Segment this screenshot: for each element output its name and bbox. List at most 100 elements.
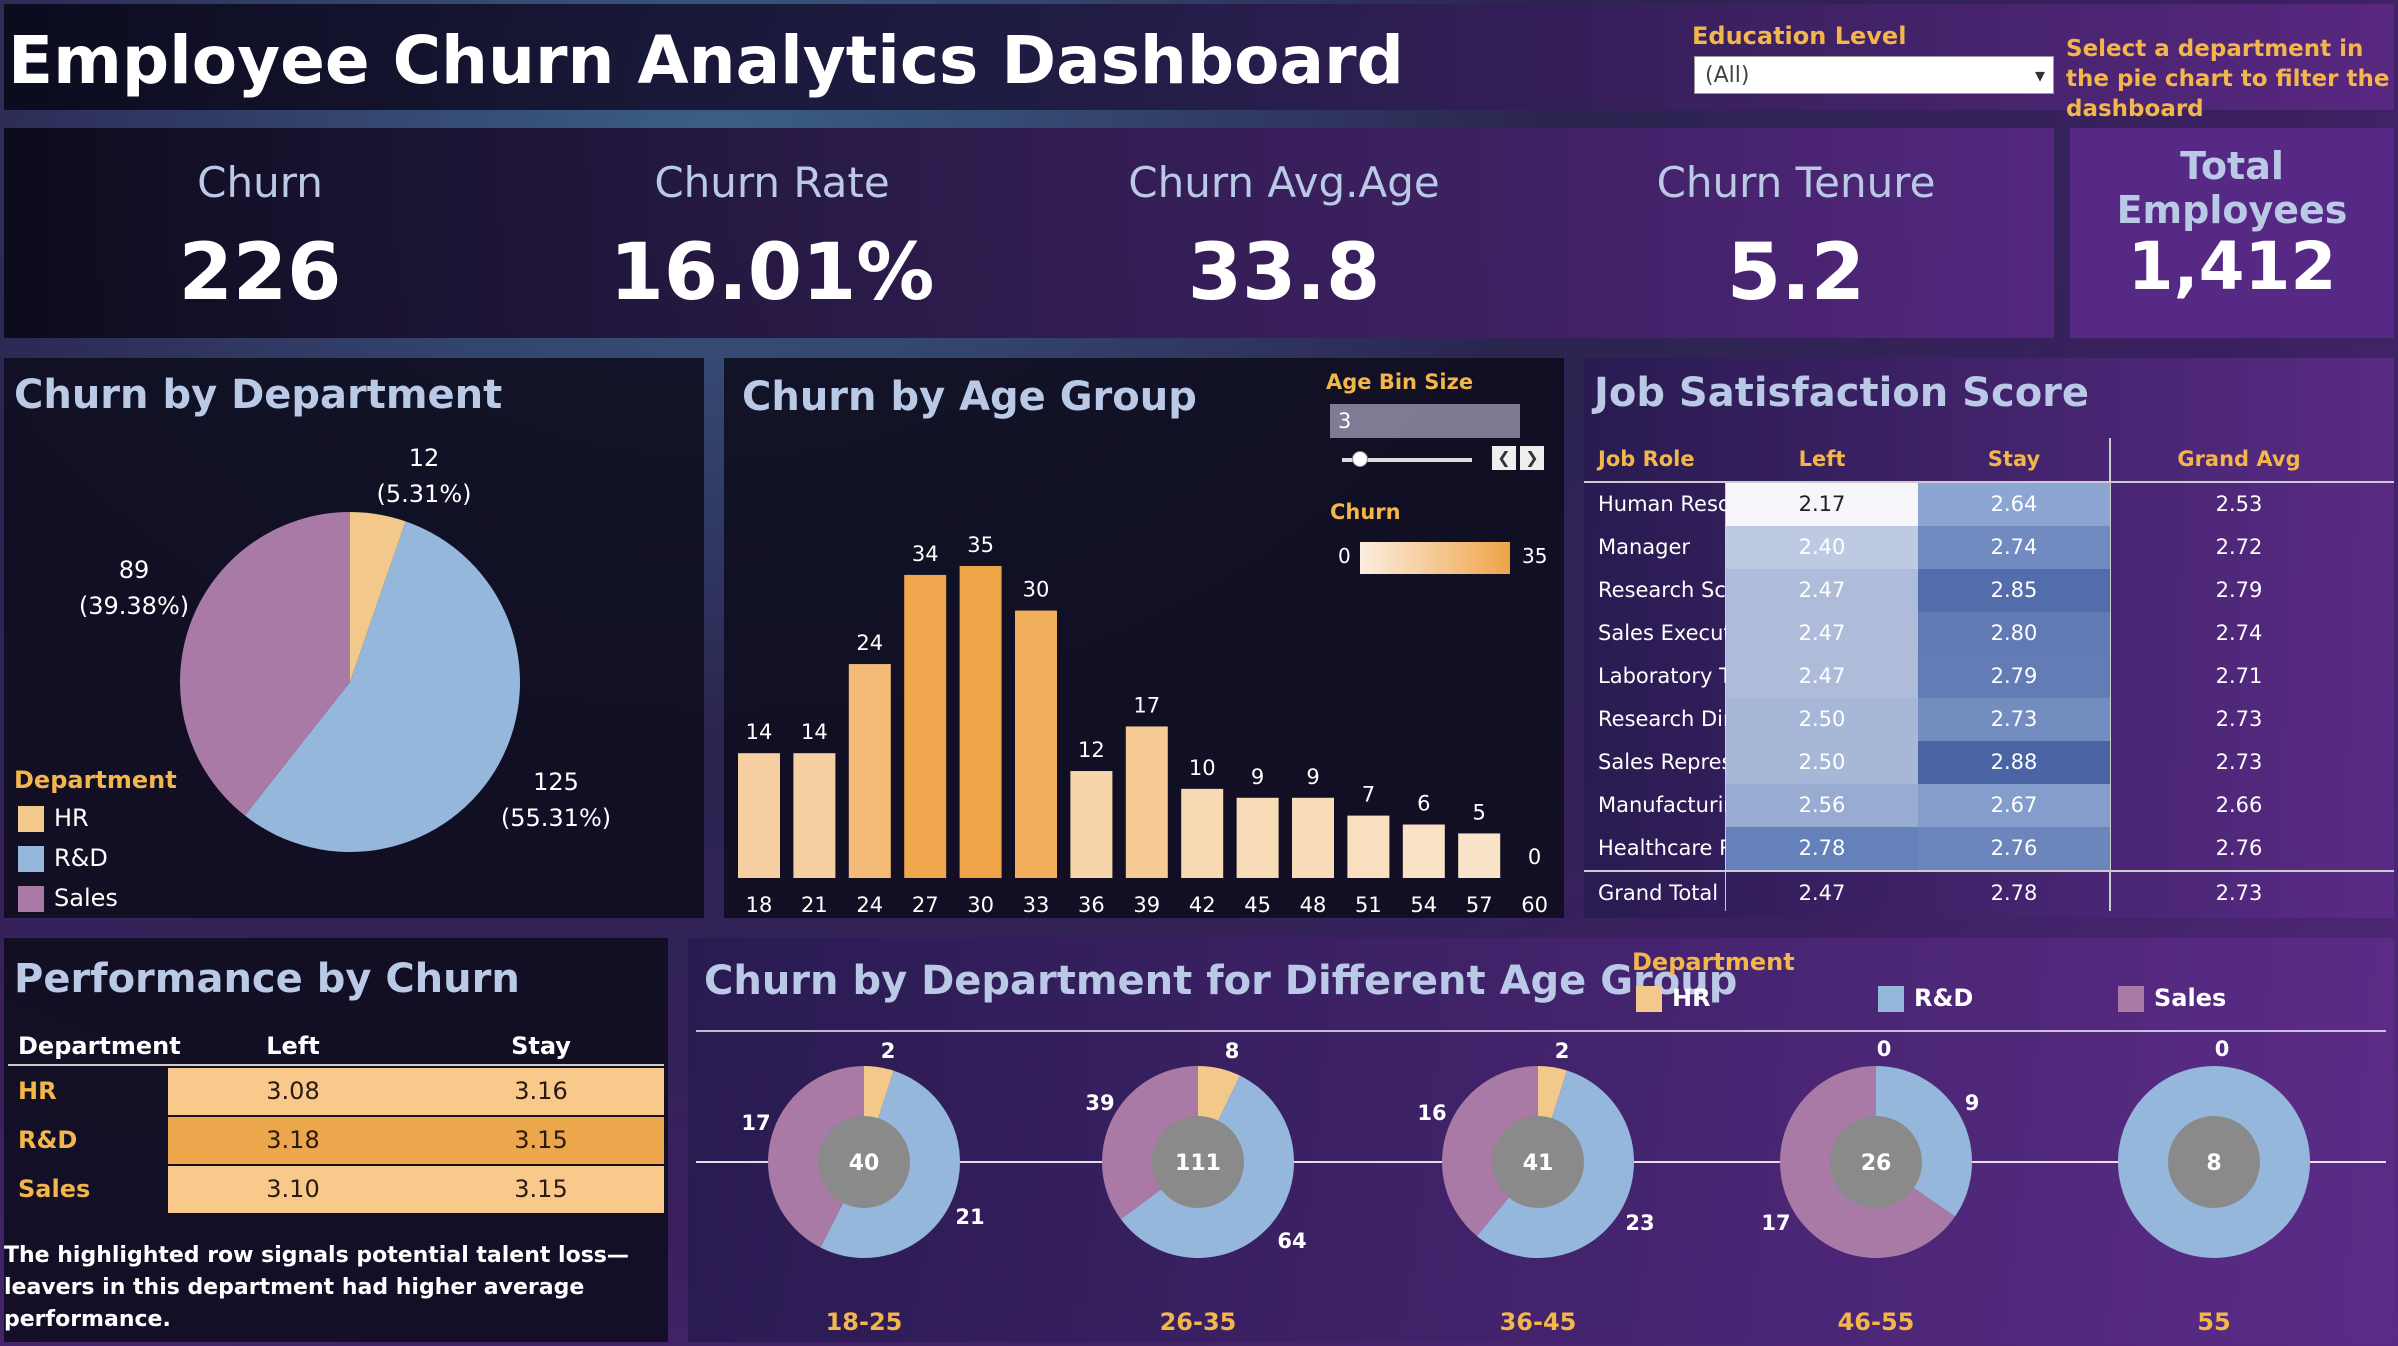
cell-stay: 2.88 (1918, 741, 2110, 784)
kpi-value: 16.01% (609, 228, 935, 318)
age-bar[interactable] (738, 753, 780, 878)
kpi-label: Churn Avg.Age (1128, 158, 1440, 207)
cell-left: 2.50 (1726, 741, 1918, 784)
bar-value-label: 34 (912, 542, 939, 566)
kpi-churn-tenure: Churn Tenure 5.2 (1540, 128, 2052, 338)
pie-value-label: 12 (409, 444, 440, 472)
col-header-department: Department (18, 1032, 181, 1060)
performance-dept-label: Sales (18, 1175, 91, 1203)
job-satisfaction-panel: Job Satisfaction Score Job Role Left Stay G… (1584, 358, 2394, 918)
bar-value-label: 6 (1417, 792, 1430, 816)
bar-value-label: 17 (1133, 693, 1160, 717)
kpi-value: 1,412 (2127, 228, 2337, 305)
x-tick-label: 45 (1244, 893, 1271, 917)
performance-dept-label: HR (18, 1077, 57, 1105)
age-bar[interactable] (904, 574, 947, 878)
job-satisfaction-table: Job Role Left Stay Grand Avg Human Resources… (1584, 438, 2394, 918)
cell-grand-avg: 2.66 (2215, 793, 2263, 817)
dashboard-title: Employee Churn Analytics Dashboard (8, 22, 1404, 99)
age-bar[interactable] (959, 566, 1002, 878)
cell-stay: 2.76 (1918, 827, 2110, 870)
legend-item-hr[interactable]: HR (18, 804, 89, 832)
cell-left: 2.47 (1726, 655, 1918, 698)
cell-stay: 2.64 (1918, 483, 2110, 526)
bar-value-label: 10 (1189, 756, 1216, 780)
bar-value-label: 9 (1306, 765, 1319, 789)
cell-left: 2.47 (1726, 612, 1918, 655)
kpi-value: 226 (178, 228, 342, 318)
age-bar[interactable] (1015, 610, 1057, 878)
x-tick-label: 24 (856, 893, 883, 917)
col-header-left: Left (1798, 447, 1846, 471)
age-bar[interactable] (1070, 771, 1113, 878)
legend-swatch (18, 806, 44, 832)
legend-swatch (18, 846, 44, 872)
col-header-grand-avg: Grand Avg (2177, 447, 2301, 471)
age-bar[interactable] (848, 664, 891, 878)
bar-value-label: 7 (1362, 783, 1375, 807)
x-tick-label: 60 (1521, 893, 1548, 917)
x-tick-label: 57 (1466, 893, 1493, 917)
header-divider (8, 1064, 664, 1066)
x-tick-label: 48 (1300, 893, 1327, 917)
bar-value-label: 14 (801, 720, 828, 744)
pie-value-label: 89 (119, 556, 150, 584)
cell-left: 2.47 (1726, 569, 1918, 612)
cell-grand-avg: 2.73 (2215, 707, 2263, 731)
bar-value-label: 12 (1078, 738, 1105, 762)
cell-grand-avg: 2.76 (2215, 836, 2263, 860)
age-bar[interactable] (793, 753, 836, 878)
age-bar[interactable] (1181, 788, 1224, 878)
age-bar[interactable] (1125, 726, 1168, 878)
age-group-label: 36-45 (1500, 1308, 1577, 1336)
x-tick-label: 18 (746, 893, 773, 917)
age-bar[interactable] (1292, 797, 1334, 878)
x-tick-label: 30 (967, 893, 994, 917)
legend-label: HR (54, 804, 89, 832)
kpi-churn-avg-age: Churn Avg.Age 33.8 (1028, 128, 1540, 338)
kpi-total-employees: Total Employees 1,412 (2070, 128, 2394, 338)
segment-value-label: 16 (1417, 1101, 1446, 1125)
age-bar-chart[interactable]: 14 18 14 21 24 24 34 27 35 30 30 33 12 36 17 39 10 42 9 45 9… (724, 358, 1564, 918)
bar-value-label: 14 (746, 720, 773, 744)
performance-dept-label: R&D (18, 1126, 78, 1154)
donut-total-label: 40 (849, 1151, 880, 1176)
legend-item-rd[interactable]: R&D (18, 844, 108, 872)
cell-stay: 3.15 (418, 1166, 664, 1213)
total-stay: 2.78 (1990, 881, 2038, 905)
age-group-label: 26-35 (1160, 1308, 1237, 1336)
age-bar[interactable] (1236, 797, 1279, 878)
x-tick-label: 51 (1355, 893, 1382, 917)
cell-stay: 3.15 (418, 1117, 664, 1164)
total-grand-avg: 2.73 (2215, 881, 2263, 905)
age-bar[interactable] (1347, 815, 1390, 878)
x-tick-label: 54 (1410, 893, 1437, 917)
pie-pct-label: (55.31%) (501, 804, 611, 832)
dept-age-donut-charts[interactable]: 40 18-25 111 26-35 41 36-45 26 46-55 8 55 2 21 17 8 64… (688, 938, 2394, 1342)
job-role-label: Manager (1598, 535, 1691, 559)
bar-value-label: 5 (1473, 800, 1486, 824)
bar-value-label: 30 (1023, 578, 1050, 602)
pie-legend-title: Department (14, 766, 177, 794)
legend-item-sales[interactable]: Sales (18, 884, 118, 912)
segment-value-label: 2 (1555, 1039, 1570, 1063)
panel-title: Performance by Churn (14, 956, 520, 1002)
x-tick-label: 36 (1078, 893, 1105, 917)
segment-value-label: 8 (1225, 1039, 1240, 1063)
col-header-stay: Stay (511, 1032, 571, 1060)
segment-value-label: 9 (1965, 1091, 1980, 1115)
department-pie-chart[interactable]: 12 (5.31%) 125 (55.31%) 89 (39.38%) (4, 358, 704, 918)
x-tick-label: 42 (1189, 893, 1216, 917)
education-selected-value: (All) (1705, 63, 1750, 88)
kpi-value: 33.8 (1187, 228, 1381, 318)
age-bar[interactable] (1402, 824, 1445, 878)
cell-grand-avg: 2.79 (2215, 578, 2263, 602)
cell-left: 3.10 (168, 1166, 418, 1213)
education-level-dropdown[interactable]: (All) ▾ (1694, 56, 2054, 94)
cell-stay: 2.74 (1918, 526, 2110, 569)
dept-by-age-panel: Churn by Department for Different Age Gr… (688, 938, 2394, 1342)
segment-value-label: 17 (741, 1111, 770, 1135)
age-group-label: 46-55 (1838, 1308, 1915, 1336)
age-bar[interactable] (1458, 833, 1501, 878)
cell-grand-avg: 2.71 (2215, 664, 2263, 688)
